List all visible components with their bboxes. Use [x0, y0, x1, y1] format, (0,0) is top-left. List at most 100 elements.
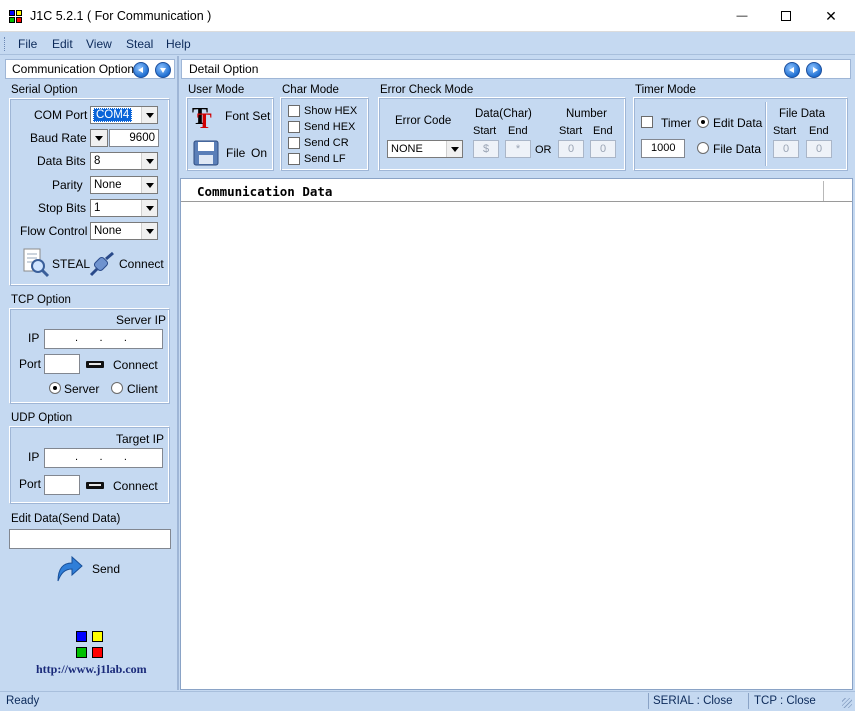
udp-ip-input[interactable]: . . .	[44, 448, 163, 468]
send-lf-checkbox[interactable]	[288, 153, 300, 165]
website-link[interactable]: http://www.j1lab.com	[36, 662, 147, 677]
or-label: OR	[535, 144, 552, 156]
send-hex-checkbox[interactable]	[288, 121, 300, 133]
file-data-radio[interactable]	[697, 142, 709, 154]
window-title: J1C 5.2.1 ( For Communication )	[30, 9, 212, 23]
tcp-port-input[interactable]	[44, 354, 80, 374]
number-start-label: Start	[559, 125, 583, 137]
serial-option-title: Serial Option	[11, 84, 78, 96]
send-lf-label: Send LF	[304, 153, 346, 165]
baud-rate-label: Baud Rate	[30, 131, 87, 145]
serial-connect-button[interactable]: Connect	[119, 257, 164, 271]
flow-control-label: Flow Control	[20, 224, 88, 238]
file-save-icon[interactable]	[192, 139, 220, 167]
font-set-icon[interactable]: T T	[191, 102, 221, 133]
number-end-input[interactable]: 0	[590, 140, 616, 158]
close-button[interactable]: ✕	[808, 0, 854, 32]
timer-checkbox[interactable]	[641, 116, 653, 128]
scroll-left-icon[interactable]	[784, 62, 800, 78]
chevron-down-icon	[141, 223, 157, 239]
parity-label: Parity	[52, 178, 83, 192]
communication-option-title: Communication Option	[12, 62, 135, 76]
tcp-server-label: Server	[64, 382, 100, 396]
tcp-client-radio[interactable]	[111, 382, 123, 394]
status-serial: SERIAL : Close	[653, 695, 733, 707]
status-separator	[748, 693, 749, 709]
udp-connect-button[interactable]: Connect	[113, 479, 158, 493]
parity-select[interactable]: None	[90, 176, 158, 194]
detail-option-title: Detail Option	[189, 62, 259, 76]
udp-target-ip-label: Target IP	[116, 432, 165, 446]
menu-edit[interactable]: Edit	[52, 37, 73, 51]
steal-button[interactable]: STEAL	[52, 257, 90, 271]
status-separator	[648, 693, 649, 709]
file-end-label: End	[809, 125, 829, 137]
file-end-input[interactable]: 0	[806, 140, 832, 158]
communication-data-area[interactable]	[180, 178, 853, 690]
chevron-down-icon	[141, 107, 157, 123]
tcp-connect-icon[interactable]	[86, 361, 104, 368]
scroll-right-icon[interactable]	[806, 62, 822, 78]
data-start-input[interactable]: $	[473, 140, 499, 158]
udp-connect-icon[interactable]	[86, 482, 104, 489]
resize-grip[interactable]	[842, 698, 852, 708]
udp-port-input[interactable]	[44, 475, 80, 495]
data-bits-select[interactable]: 8	[90, 152, 158, 170]
error-check-title: Error Check Mode	[380, 84, 474, 96]
collapse-left-icon[interactable]	[133, 62, 149, 78]
data-start-label: Start	[473, 125, 497, 137]
minimize-button[interactable]: —	[719, 0, 765, 32]
communication-data-title: Communication Data	[197, 184, 333, 199]
data-end-input[interactable]: *	[505, 140, 531, 158]
error-code-label: Error Code	[395, 115, 452, 127]
tcp-connect-button[interactable]: Connect	[113, 358, 158, 372]
chevron-down-icon	[141, 177, 157, 193]
chevron-down-icon	[141, 200, 157, 216]
udp-ip-label: IP	[28, 450, 40, 464]
number-end-label: End	[593, 125, 613, 137]
send-icon[interactable]	[54, 553, 84, 583]
maximize-icon	[781, 11, 791, 21]
timer-interval-input[interactable]: 1000	[641, 139, 685, 158]
expand-down-icon[interactable]	[155, 62, 171, 78]
font-set-button[interactable]: Font Set	[225, 109, 270, 123]
baud-rate-dropdown[interactable]	[90, 129, 108, 147]
baud-rate-input[interactable]: 9600	[109, 129, 159, 147]
tcp-ip-input[interactable]: . . .	[44, 329, 163, 349]
data-end-label: End	[508, 125, 528, 137]
udp-port-label: Port	[19, 477, 42, 491]
user-mode-title: User Mode	[188, 84, 245, 96]
app-icon	[9, 10, 23, 24]
menu-help[interactable]: Help	[166, 37, 191, 51]
file-start-input[interactable]: 0	[773, 140, 799, 158]
send-hex-label: Send HEX	[304, 121, 356, 133]
tcp-server-radio[interactable]	[49, 382, 61, 394]
number-start-input[interactable]: 0	[558, 140, 584, 158]
send-button[interactable]: Send	[92, 562, 120, 576]
serial-connect-icon[interactable]	[88, 250, 116, 278]
maximize-button[interactable]	[763, 0, 809, 32]
steal-icon[interactable]	[22, 248, 50, 278]
close-icon: ✕	[825, 7, 837, 24]
com-port-label: COM Port	[34, 108, 88, 122]
show-hex-label: Show HEX	[304, 105, 358, 117]
status-tcp: TCP : Close	[754, 695, 816, 707]
show-hex-checkbox[interactable]	[288, 105, 300, 117]
com-port-select[interactable]: COM4	[90, 106, 158, 124]
udp-option-title: UDP Option	[11, 412, 73, 424]
send-data-input[interactable]	[9, 529, 171, 549]
detail-option-header	[181, 59, 851, 79]
edit-data-radio[interactable]	[697, 116, 709, 128]
timer-label: Timer	[661, 116, 692, 130]
menu-steal[interactable]: Steal	[126, 37, 153, 51]
flow-control-select[interactable]: None	[90, 222, 158, 240]
chevron-down-icon	[141, 153, 157, 169]
tcp-server-ip-label: Server IP	[116, 313, 167, 327]
stop-bits-select[interactable]: 1	[90, 199, 158, 217]
number-label: Number	[566, 108, 607, 120]
error-code-select[interactable]: NONE	[387, 140, 463, 158]
send-cr-checkbox[interactable]	[288, 137, 300, 149]
menu-view[interactable]: View	[86, 37, 112, 51]
menu-file[interactable]: File	[18, 37, 37, 51]
file-on-toggle[interactable]: On	[251, 146, 267, 160]
